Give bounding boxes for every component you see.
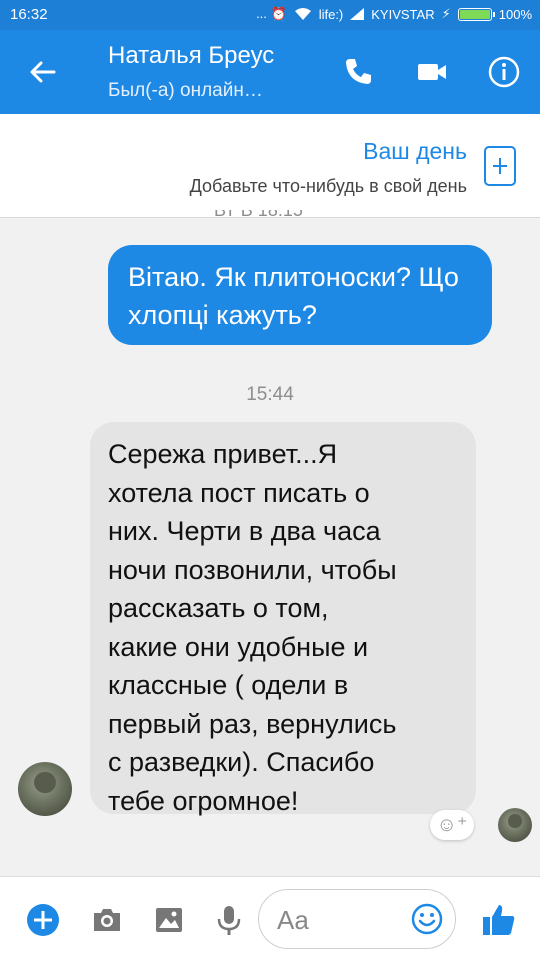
back-arrow-icon[interactable] [26,56,58,88]
wifi-icon [294,8,311,20]
message-timestamp: 15:44 [246,384,294,405]
mic-icon[interactable] [212,903,246,937]
message-line: хотела пост писать о [108,477,370,508]
sender-avatar[interactable] [18,762,72,816]
message-line: ночи позвонили, чтобы [108,554,397,585]
incoming-message[interactable]: Сережа привет...Я хотела пост писать о н… [90,422,476,816]
your-day-title[interactable]: Ваш день [363,138,467,165]
add-to-day-icon[interactable] [484,146,516,186]
add-reaction-icon[interactable]: ☺⁺ [430,810,474,840]
outgoing-message[interactable]: Вітаю. Як плитоноски? Що хлопці кажуть? [108,245,492,345]
input-placeholder: Aa [277,905,309,935]
signal-icon [350,8,365,20]
message-line: Сережа привет...Я [108,439,338,469]
message-line: с разведки). Спасибо [108,747,375,777]
your-day-banner[interactable]: Ваш день Добавьте что-нибудь в свой день [0,114,540,218]
video-icon[interactable] [414,54,450,90]
status-indicators: ... ⏰ life:) KYIVSTAR ⚡ 100% [256,6,532,22]
contact-status: Был(-а) онлайн… [108,80,263,101]
emoji-icon[interactable] [411,903,443,935]
phone-icon[interactable] [340,54,376,90]
image-icon[interactable] [152,903,186,937]
info-icon[interactable] [486,54,522,90]
charging-icon: ⚡ [441,6,451,21]
conversation-header: Наталья Бреус Был(-а) онлайн… [0,30,540,114]
message-line: них. Черти в два часа [108,516,381,546]
read-receipt-avatar [498,808,532,842]
battery-percent: 100% [498,6,532,22]
contact-name[interactable]: Наталья Бреус [108,42,274,70]
thumbs-up-icon[interactable] [480,901,518,939]
your-day-subtitle: Добавьте что-нибудь в свой день [189,176,467,196]
message-line: какие они удобные и [108,631,369,662]
carrier-1: life:) [318,6,344,22]
battery-icon [457,7,495,21]
message-line: классные ( одели в [108,670,349,700]
alarm-icon: ... ⏰ [256,6,287,21]
camera-icon[interactable] [90,903,124,937]
message-composer: Aa [0,876,540,960]
status-time: 16:32 [10,6,48,23]
message-input[interactable]: Aa [258,889,456,949]
partial-timestamp: ВТ В 18:15 [214,210,303,220]
message-line: рассказать о том, [108,593,329,623]
carrier-2: KYIVSTAR [371,6,435,22]
status-bar: 16:32 ... ⏰ life:) KYIVSTAR ⚡ 100% [0,0,540,30]
plus-icon[interactable] [26,903,60,937]
message-line: тебе огромное! [108,785,299,816]
message-line: первый раз, вернулись [108,708,397,739]
battery-fill [459,9,490,19]
